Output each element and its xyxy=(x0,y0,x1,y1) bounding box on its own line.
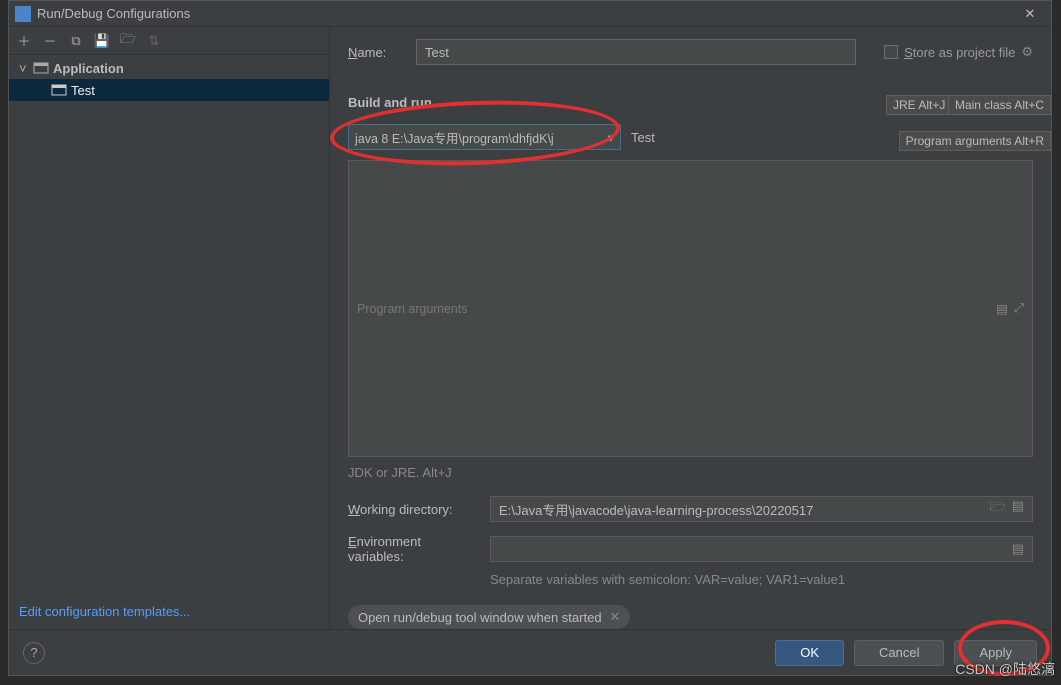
jdk-hint: JDK or JRE. Alt+J xyxy=(348,465,1033,480)
tree-item-label: Test xyxy=(71,83,95,98)
section-title: Build and run xyxy=(348,95,432,110)
list-icon[interactable]: ▤ xyxy=(996,301,1008,316)
working-dir-field[interactable]: E:\Java专用\javacode\java-learning-process… xyxy=(490,496,1033,522)
main-class-hint: Main class Alt+C xyxy=(948,95,1051,115)
name-row: Name: Store as project file ⚙ xyxy=(348,39,1033,65)
chevron-down-icon: ▾ xyxy=(608,130,614,145)
store-as-project[interactable]: Store as project file ⚙ xyxy=(884,44,1033,60)
name-label: Name: xyxy=(348,45,404,60)
program-arguments-field[interactable]: Program arguments ▤ ⤢ xyxy=(348,160,1033,457)
titlebar: Run/Debug Configurations ✕ xyxy=(9,1,1051,27)
working-dir-label: Working directory: xyxy=(348,502,476,517)
copy-icon[interactable]: ⧉ xyxy=(67,32,85,50)
dialog-footer: ? OK Cancel Apply xyxy=(9,629,1051,675)
main-class-value[interactable]: Test xyxy=(631,130,655,145)
prog-args-hint: Program arguments Alt+R xyxy=(899,131,1051,151)
list-icon[interactable]: ▤ xyxy=(1012,541,1024,557)
jre-value: java 8 E:\Java专用\program\dhfjdK\j xyxy=(355,128,554,147)
chevron-down-icon: ˅ xyxy=(19,61,29,76)
remove-icon[interactable]: － xyxy=(41,32,59,50)
config-tree: ˅ Application Test xyxy=(9,55,329,594)
expand-icon[interactable]: ⤢ xyxy=(1014,301,1024,316)
tree-node-test[interactable]: Test xyxy=(9,79,329,101)
left-panel: ＋ － ⧉ 💾 🗁 ⇅ ˅ Application Test Edi xyxy=(9,27,330,629)
help-icon[interactable]: ? xyxy=(23,642,45,664)
folder-icon[interactable]: 🗁 xyxy=(990,498,1006,520)
folder-icon[interactable]: 🗁 xyxy=(119,32,137,50)
store-label: Store as project file xyxy=(904,45,1015,60)
env-row: Environment variables: ▤ xyxy=(348,534,1033,564)
jre-combo[interactable]: java 8 E:\Java专用\program\dhfjdK\j ▾ xyxy=(348,124,621,150)
add-icon[interactable]: ＋ xyxy=(15,32,33,50)
store-checkbox[interactable] xyxy=(884,45,898,59)
env-label: Environment variables: xyxy=(348,534,476,564)
chip-label: Open run/debug tool window when started xyxy=(358,610,602,625)
jre-hint: JRE Alt+J xyxy=(886,95,952,115)
app-icon xyxy=(15,6,31,22)
application-icon xyxy=(51,82,67,98)
dialog-body: ＋ － ⧉ 💾 🗁 ⇅ ˅ Application Test Edi xyxy=(9,27,1051,629)
cancel-button[interactable]: Cancel xyxy=(854,640,944,666)
edit-templates-link[interactable]: Edit configuration templates... xyxy=(19,604,190,619)
working-dir-value: E:\Java专用\javacode\java-learning-process… xyxy=(499,500,813,519)
edit-templates-link-wrap: Edit configuration templates... xyxy=(9,594,329,629)
list-icon[interactable]: ▤ xyxy=(1012,498,1024,520)
save-icon[interactable]: 💾 xyxy=(93,32,111,50)
close-icon[interactable]: ✕ xyxy=(610,609,621,625)
close-icon[interactable]: ✕ xyxy=(1015,2,1045,26)
program-arguments-placeholder: Program arguments xyxy=(357,302,467,316)
env-field[interactable]: ▤ xyxy=(490,536,1033,562)
env-hint: Separate variables with semicolon: VAR=v… xyxy=(490,572,1033,587)
name-field[interactable] xyxy=(416,39,856,65)
config-toolbar: ＋ － ⧉ 💾 🗁 ⇅ xyxy=(9,27,329,55)
dialog-window: Run/Debug Configurations ✕ ＋ － ⧉ 💾 🗁 ⇅ ˅… xyxy=(8,0,1052,676)
sort-icon[interactable]: ⇅ xyxy=(145,32,163,50)
window-title: Run/Debug Configurations xyxy=(37,6,1015,21)
working-dir-row: Working directory: E:\Java专用\javacode\ja… xyxy=(348,496,1033,522)
gear-icon[interactable]: ⚙ xyxy=(1021,44,1033,60)
option-chip: Open run/debug tool window when started … xyxy=(348,605,630,629)
watermark: CSDN @陆悠漓 xyxy=(955,659,1055,679)
right-panel: Name: Store as project file ⚙ Build and … xyxy=(330,27,1051,629)
ok-button[interactable]: OK xyxy=(775,640,844,666)
application-icon xyxy=(33,60,49,76)
tree-node-label: Application xyxy=(53,61,124,76)
tree-node-application[interactable]: ˅ Application xyxy=(9,57,329,79)
